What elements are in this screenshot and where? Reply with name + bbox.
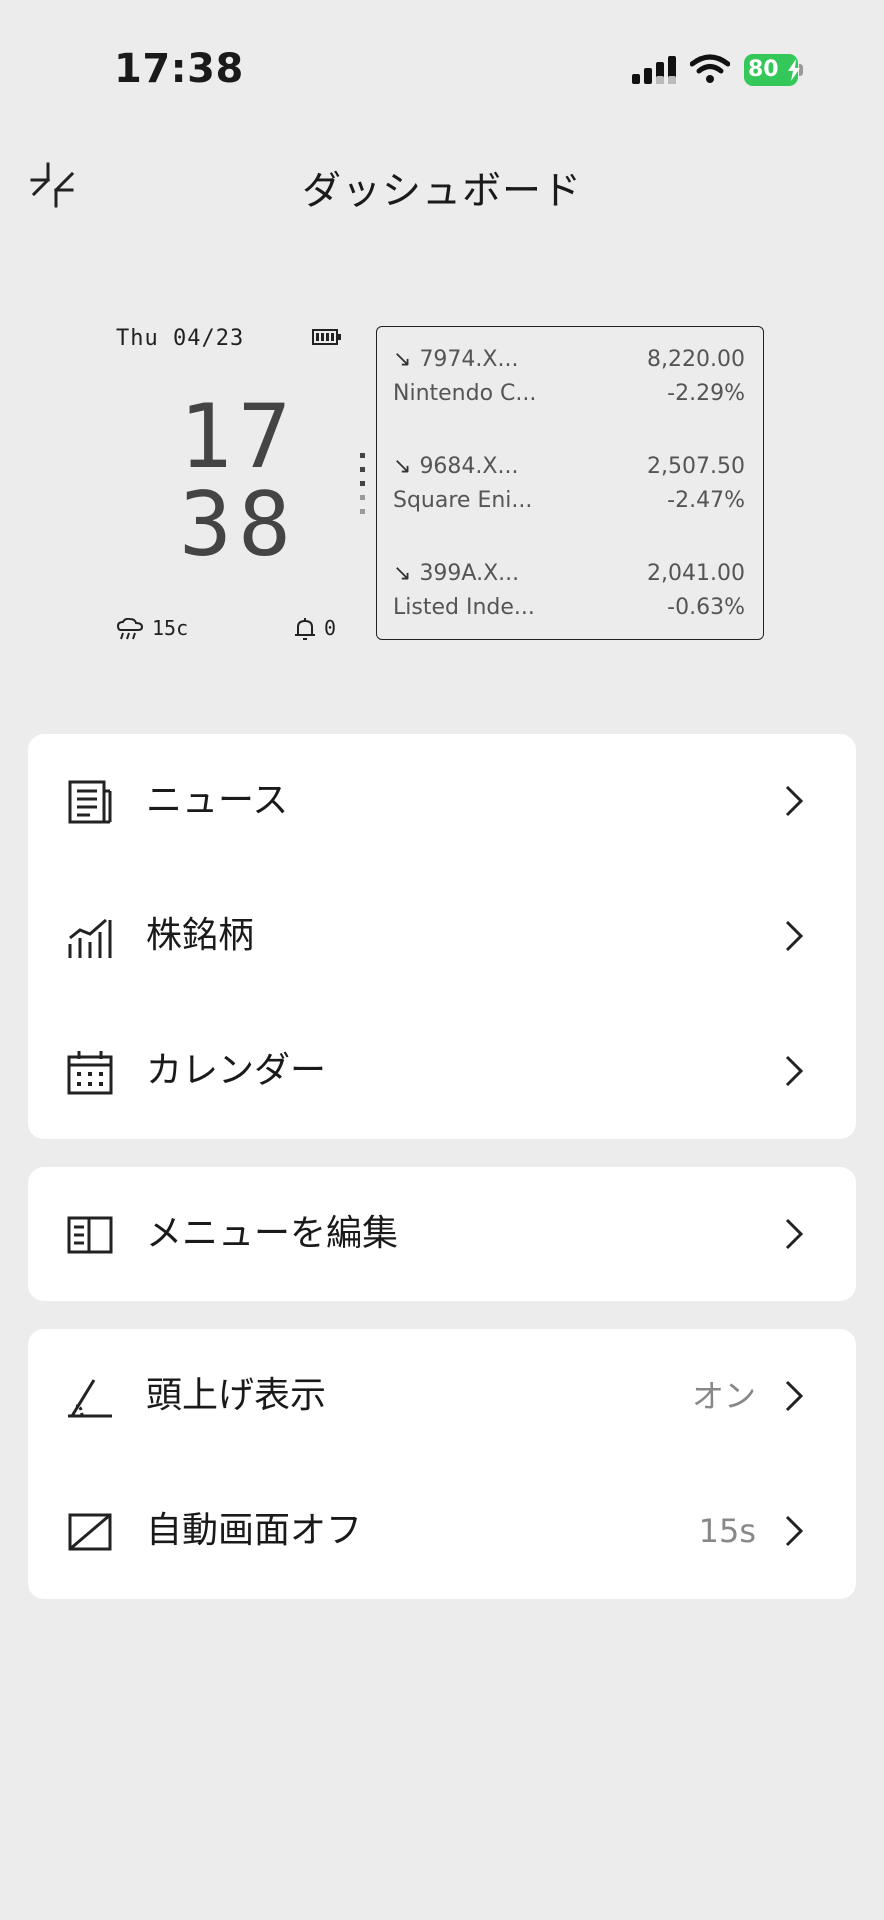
page-dots-indicator [360,453,365,514]
chevron-right-icon [785,1380,804,1412]
down-right-arrow-icon: ↘ [393,561,412,586]
stock-item: ↘ 7974.X... 8,220.00 Nintendo C... -2.29% [393,343,745,413]
menu-item-news[interactable]: ニュース [28,734,856,868]
stock-symbol: 9684.X... [419,454,519,479]
newspaper-icon [68,780,112,824]
calendar-icon [67,1051,113,1095]
down-right-arrow-icon: ↘ [393,454,412,479]
widget-clock-minute: 38 [179,473,297,576]
stock-symbol: 7974.X... [419,347,519,372]
stock-ticker-panel: ↘ 7974.X... 8,220.00 Nintendo C... -2.29%… [376,326,764,640]
stock-price: 2,041.00 [647,561,745,586]
menu-label: 頭上げ表示 [146,1375,327,1416]
raise-to-wake-icon [68,1379,112,1418]
menu-item-calendar[interactable]: カレンダー [28,1004,856,1138]
down-right-arrow-icon: ↘ [393,347,412,372]
stock-item: ↘ 399A.X... 2,041.00 Listed Inde... -0.63… [393,557,745,627]
status-bar: 17:38 80 [0,0,884,140]
menu-item-stocks[interactable]: 株銘柄 [28,869,856,1003]
setting-value: オン [691,1377,756,1415]
menu-label: ニュース [146,780,289,821]
widget-temperature: 15c [152,616,189,640]
stock-price: 2,507.50 [647,454,745,479]
battery-percent: 80 [748,57,779,82]
widget-date: Thu 04/23 [116,326,245,351]
chevron-right-icon [785,785,804,817]
widget-notification-count: 0 [324,616,337,640]
edit-menu-icon [67,1216,113,1254]
page-title: ダッシュボード [301,169,582,214]
setting-value: 15s [698,1512,756,1550]
charging-bolt-icon [788,59,800,81]
menu-label: 株銘柄 [146,915,255,956]
stock-change: -2.29% [667,381,745,406]
chevron-right-icon [785,1218,804,1250]
rain-cloud-icon [116,618,144,640]
menu-label: カレンダー [146,1050,327,1091]
screen-off-icon [68,1513,112,1551]
primary-menu-card: ニュース 株銘柄 カレンダー [28,734,856,1139]
stock-name: Square Eni... [393,488,533,513]
setting-auto-screen-off[interactable]: 自動画面オフ 15s [28,1464,856,1598]
widget-battery-icon [312,329,341,345]
battery-indicator: 80 [744,54,804,86]
chevron-right-icon [785,1055,804,1087]
wifi-icon [690,54,730,83]
menu-label: 自動画面オフ [146,1510,363,1551]
edit-menu-card: メニューを編集 [28,1167,856,1301]
stock-name: Nintendo C... [393,381,537,406]
chevron-right-icon [785,920,804,952]
setting-raise-to-wake[interactable]: 頭上げ表示 オン [28,1329,856,1463]
menu-item-edit-menu[interactable]: メニューを編集 [28,1167,856,1301]
widget-clock: 17 38 [148,393,328,569]
stock-item: ↘ 9684.X... 2,507.50 Square Eni... -2.47% [393,450,745,520]
settings-card: 頭上げ表示 オン 自動画面オフ 15s [28,1329,856,1599]
stock-change: -2.47% [667,488,745,513]
widget-clock-hour: 17 [179,385,297,488]
bell-icon [295,618,315,640]
menu-label: メニューを編集 [146,1213,399,1254]
cellular-signal-icon [632,56,676,84]
status-time: 17:38 [114,46,244,92]
stock-change: -0.63% [667,595,745,620]
chevron-right-icon [785,1515,804,1547]
stock-price: 8,220.00 [647,347,745,372]
stock-chart-icon [68,918,112,958]
stock-symbol: 399A.X... [419,561,520,586]
stock-name: Listed Inde... [393,595,535,620]
watch-widget-preview: Thu 04/23 17 38 15c 0 ↘ 7974.X... 8,220.0… [108,318,778,648]
